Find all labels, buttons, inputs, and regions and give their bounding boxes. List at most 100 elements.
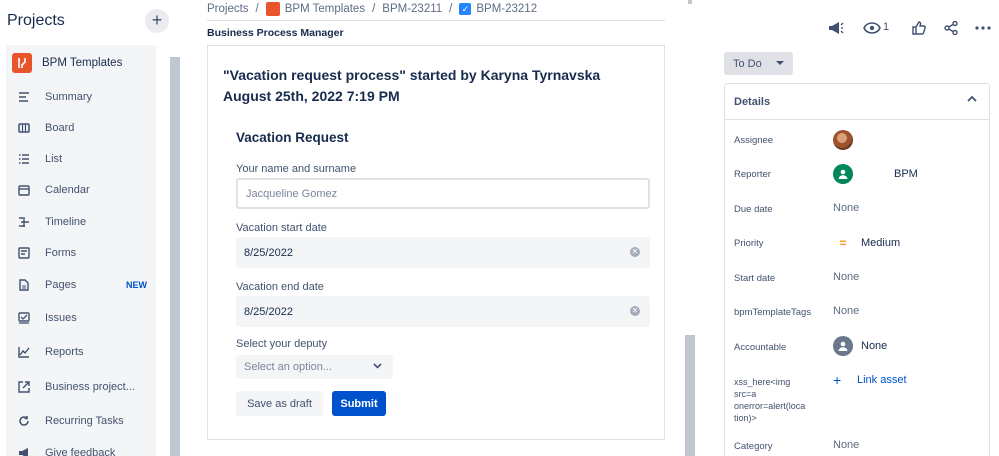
project-avatar-icon: [12, 53, 32, 73]
external-link-icon: [16, 379, 32, 395]
start-date-value[interactable]: None: [833, 271, 859, 283]
watch-count: 1: [883, 21, 890, 33]
pages-icon: [16, 277, 32, 293]
reports-icon: [16, 344, 32, 360]
chevron-down-icon: [373, 361, 382, 372]
sidebar-item-timeline[interactable]: Timeline: [16, 212, 151, 232]
board-icon: [16, 120, 32, 136]
priority-label: Priority: [734, 238, 764, 249]
save-as-draft-button[interactable]: Save as draft: [236, 391, 323, 416]
xss-label-line: tion)>: [734, 413, 757, 423]
form-title: Vacation Request: [236, 130, 349, 145]
watch-icon[interactable]: [862, 18, 882, 38]
sidebar-item-issues[interactable]: Issues: [16, 308, 151, 328]
more-options-icon[interactable]: [973, 18, 993, 38]
task-check-icon: ✓: [459, 3, 472, 15]
sidebar-item-label: Board: [45, 122, 75, 134]
status-label: To Do: [733, 57, 762, 70]
megaphone-icon[interactable]: [826, 18, 846, 38]
sidebar-item-label: Give feedback: [45, 447, 116, 456]
sidebar: Projects + BPM Templates Summary Board L…: [0, 0, 182, 456]
thumbs-up-icon[interactable]: [909, 18, 929, 38]
start-date-input[interactable]: 8/25/2022 ✕: [236, 237, 650, 268]
reporter-value[interactable]: BPM: [833, 164, 918, 184]
accountable-value[interactable]: None: [833, 336, 887, 356]
assignee-value[interactable]: [833, 130, 853, 150]
deputy-label: Select your deputy: [236, 338, 328, 350]
assignee-avatar: [833, 130, 853, 150]
start-date-label: Vacation start date: [236, 222, 327, 234]
divider: [207, 20, 665, 21]
accountable-text: None: [861, 340, 888, 352]
priority-value[interactable]: = Medium: [833, 236, 900, 250]
sidebar-project[interactable]: BPM Templates: [12, 53, 152, 73]
recurring-icon: [16, 413, 32, 429]
page-title: "Vacation request process" started by Ka…: [223, 67, 601, 104]
project-small-icon: [265, 2, 280, 16]
details-header[interactable]: Details: [725, 84, 989, 120]
reporter-name: BPM: [894, 168, 918, 180]
calendar-icon: [16, 182, 32, 198]
priority-text: Medium: [861, 237, 901, 249]
start-date-label: Start date: [734, 273, 776, 284]
clear-icon[interactable]: ✕: [630, 306, 640, 316]
sidebar-item-reports[interactable]: Reports: [16, 342, 151, 362]
xss-field-label: xss_here<img src=a onerror=alert(loca ti…: [734, 376, 805, 424]
breadcrumb-parent-issue[interactable]: BPM-23211: [382, 3, 442, 15]
sidebar-item-board[interactable]: Board: [16, 118, 151, 138]
clear-icon[interactable]: ✕: [630, 247, 640, 257]
deputy-select[interactable]: Select an option...: [236, 355, 393, 379]
sidebar-item-label: Calendar: [45, 184, 90, 196]
sidebar-item-label: Recurring Tasks: [45, 415, 124, 427]
sidebar-item-label: Pages: [45, 279, 77, 291]
end-date-label: Vacation end date: [236, 281, 324, 293]
sidebar-item-business-project[interactable]: Business project...: [16, 377, 151, 397]
breadcrumb-projects[interactable]: Projects: [207, 3, 249, 15]
link-asset-button[interactable]: + Link asset: [833, 372, 907, 388]
reporter-label: Reporter: [734, 169, 771, 180]
sidebar-item-label: Summary: [45, 91, 93, 103]
summary-icon: [16, 89, 32, 105]
main-scrollbar-top: [688, 0, 692, 4]
sidebar-item-give-feedback[interactable]: Give feedback: [16, 443, 151, 456]
sidebar-item-label: List: [45, 153, 63, 165]
sidebar-scrollbar[interactable]: [170, 57, 180, 456]
sidebar-item-pages[interactable]: Pages NEW: [16, 275, 151, 295]
sidebar-item-label: Timeline: [45, 216, 87, 228]
sidebar-item-forms[interactable]: Forms: [16, 243, 151, 263]
chevron-down-icon: [776, 59, 784, 69]
category-label: Category: [734, 441, 773, 452]
category-value[interactable]: None: [833, 439, 859, 451]
name-label: Your name and surname: [236, 163, 357, 175]
end-date-value: 8/25/2022: [244, 305, 293, 318]
xss-label-line: xss_here<img: [734, 377, 791, 387]
breadcrumb-project[interactable]: BPM Templates: [285, 3, 365, 15]
due-date-label: Due date: [734, 204, 773, 215]
breadcrumb-separator: /: [372, 3, 376, 15]
accountable-label: Accountable: [734, 342, 787, 353]
status-dropdown[interactable]: To Do: [724, 52, 793, 75]
user-avatar-icon: [833, 336, 853, 356]
name-input[interactable]: Jacqueline Gomez: [236, 178, 650, 209]
sidebar-item-calendar[interactable]: Calendar: [16, 180, 151, 200]
sidebar-item-summary[interactable]: Summary: [16, 87, 151, 107]
main-scrollbar[interactable]: [685, 335, 695, 456]
sidebar-title: Projects: [7, 12, 65, 29]
submit-button[interactable]: Submit: [332, 391, 386, 416]
sidebar-item-list[interactable]: List: [16, 149, 151, 169]
template-tags-value[interactable]: None: [833, 305, 859, 317]
link-asset-label: Link asset: [857, 374, 907, 386]
section-label: Business Process Manager: [207, 27, 344, 39]
breadcrumb-current-issue[interactable]: BPM-23212: [476, 3, 537, 15]
deputy-placeholder: Select an option...: [244, 361, 333, 373]
sidebar-item-label: Reports: [45, 346, 84, 358]
breadcrumb-separator: /: [449, 3, 453, 15]
form-card: "Vacation request process" started by Ka…: [207, 45, 665, 440]
sidebar-item-recurring-tasks[interactable]: Recurring Tasks: [16, 411, 151, 431]
forms-icon: [16, 245, 32, 261]
add-project-button[interactable]: +: [145, 9, 169, 33]
share-icon[interactable]: [941, 18, 961, 38]
due-date-value[interactable]: None: [833, 202, 859, 214]
end-date-input[interactable]: 8/25/2022 ✕: [236, 296, 650, 327]
chevron-up-icon[interactable]: [967, 95, 977, 106]
